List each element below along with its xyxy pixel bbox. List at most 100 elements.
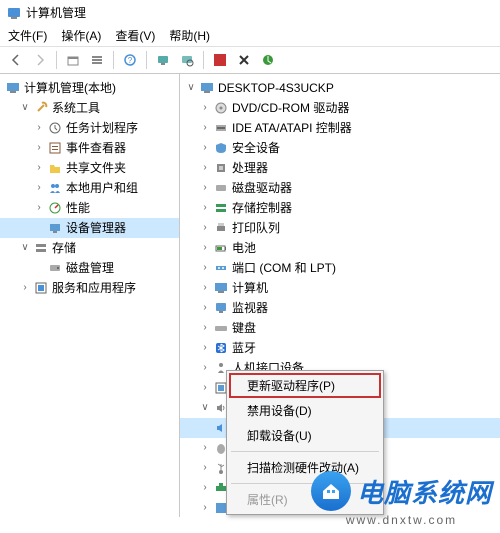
expand-icon[interactable]: › — [198, 379, 212, 397]
dev-disk[interactable]: › 磁盘驱动器 — [180, 178, 500, 198]
expand-icon[interactable]: › — [32, 199, 46, 217]
dev-dvd[interactable]: › DVD/CD-ROM 驱动器 — [180, 98, 500, 118]
tree-label: 处理器 — [232, 159, 268, 177]
tree-perf[interactable]: ›性能 — [0, 198, 179, 218]
tree-label: 蓝牙 — [232, 339, 256, 357]
up-icon[interactable] — [63, 50, 83, 70]
expand-icon[interactable]: › — [198, 199, 212, 217]
watermark-url: www.dnxtw.com — [346, 513, 457, 527]
collapse-icon[interactable]: ∨ — [184, 79, 198, 97]
tree-label: 本地用户和组 — [66, 179, 138, 197]
collapse-icon[interactable]: ∨ — [18, 99, 32, 117]
tree-label: 存储 — [52, 239, 76, 257]
menu-view[interactable]: 查看(V) — [115, 27, 155, 44]
tree-diskmgmt[interactable]: 磁盘管理 — [0, 258, 179, 278]
uninstall-icon[interactable] — [234, 50, 254, 70]
tree-devmgr[interactable]: 设备管理器 — [0, 218, 179, 238]
separator — [146, 51, 147, 69]
keyboard-icon — [213, 320, 229, 336]
dev-security[interactable]: › 安全设备 — [180, 138, 500, 158]
monitor-icon[interactable] — [153, 50, 173, 70]
ctx-disable[interactable]: 禁用设备(D) — [229, 398, 381, 423]
expand-icon[interactable]: › — [198, 99, 212, 117]
toolbar: ? — [0, 46, 500, 74]
tree-label: 存储控制器 — [232, 199, 292, 217]
expand-icon[interactable]: › — [198, 499, 212, 517]
expand-icon[interactable]: › — [198, 319, 212, 337]
tree-services[interactable]: ›服务和应用程序 — [0, 278, 179, 298]
expand-icon[interactable]: › — [198, 479, 212, 497]
expand-icon[interactable]: › — [198, 119, 212, 137]
watermark-text: 电脑系统网 — [357, 473, 492, 510]
dev-storage[interactable]: › 存储控制器 — [180, 198, 500, 218]
expand-icon[interactable]: › — [198, 179, 212, 197]
dev-keyboard[interactable]: ›键盘 — [180, 318, 500, 338]
dev-ports[interactable]: › 端口 (COM 和 LPT) — [180, 258, 500, 278]
tree-label: 电池 — [232, 239, 256, 257]
update-icon[interactable] — [258, 50, 278, 70]
expand-icon[interactable]: › — [32, 159, 46, 177]
expand-icon[interactable]: › — [198, 339, 212, 357]
event-icon — [47, 140, 63, 156]
dev-root[interactable]: ∨DESKTOP-4S3UCKP — [180, 78, 500, 98]
menu-help[interactable]: 帮助(H) — [169, 27, 210, 44]
ctx-uninstall[interactable]: 卸载设备(U) — [229, 423, 381, 448]
expand-icon[interactable]: › — [198, 439, 212, 457]
storage-icon — [33, 240, 49, 256]
tree-eventvwr[interactable]: › 事件查看器 — [0, 138, 179, 158]
tree-tasksched[interactable]: ›任务计划程序 — [0, 118, 179, 138]
expand-icon[interactable]: › — [198, 219, 212, 237]
battery-icon — [213, 240, 229, 256]
watermark-logo-icon — [311, 471, 351, 511]
help-icon[interactable]: ? — [120, 50, 140, 70]
dev-battery[interactable]: › 电池 — [180, 238, 500, 258]
menu-action[interactable]: 操作(A) — [61, 27, 101, 44]
collapse-icon[interactable]: ∨ — [18, 239, 32, 257]
collapse-icon[interactable]: ∨ — [198, 399, 212, 417]
dev-ide[interactable]: › IDE ATA/ATAPI 控制器 — [180, 118, 500, 138]
dev-computer[interactable]: ›计算机 — [180, 278, 500, 298]
expand-icon[interactable]: › — [32, 179, 46, 197]
computer-icon — [213, 280, 229, 296]
svg-text:?: ? — [128, 56, 133, 65]
disk-icon — [213, 180, 229, 196]
tree-shared[interactable]: ›共享文件夹 — [0, 158, 179, 178]
tree-label: 磁盘驱动器 — [232, 179, 292, 197]
back-icon[interactable] — [6, 50, 26, 70]
expand-icon[interactable]: › — [198, 159, 212, 177]
expand-icon[interactable]: › — [198, 259, 212, 277]
expand-icon[interactable]: › — [198, 459, 212, 477]
expand-icon[interactable]: › — [198, 239, 212, 257]
folder-icon — [47, 160, 63, 176]
ide-icon — [213, 120, 229, 136]
expand-icon[interactable]: › — [198, 139, 212, 157]
clock-icon — [47, 120, 63, 136]
wrench-icon — [33, 100, 49, 116]
expand-icon[interactable]: › — [32, 139, 46, 157]
dev-bluetooth[interactable]: › 蓝牙 — [180, 338, 500, 358]
tree-systools[interactable]: ∨系统工具 — [0, 98, 179, 118]
enable-icon[interactable] — [210, 50, 230, 70]
tree-root[interactable]: 计算机管理(本地) — [0, 78, 179, 98]
forward-icon[interactable] — [30, 50, 50, 70]
tree-storage[interactable]: ∨ 存储 — [0, 238, 179, 258]
scan-icon[interactable] — [177, 50, 197, 70]
expand-icon[interactable]: › — [18, 279, 32, 297]
tree-label: 事件查看器 — [66, 139, 126, 157]
dev-monitor[interactable]: ›监视器 — [180, 298, 500, 318]
ctx-update-driver[interactable]: 更新驱动程序(P) — [229, 373, 381, 398]
tree-label: IDE ATA/ATAPI 控制器 — [232, 119, 352, 137]
tree-label: 安全设备 — [232, 139, 280, 157]
expand-icon[interactable]: › — [198, 359, 212, 377]
tree-label: DVD/CD-ROM 驱动器 — [232, 99, 349, 117]
tree-label: 端口 (COM 和 LPT) — [232, 259, 336, 277]
expand-icon[interactable]: › — [32, 119, 46, 137]
list-icon[interactable] — [87, 50, 107, 70]
tree-localusers[interactable]: › 本地用户和组 — [0, 178, 179, 198]
menu-file[interactable]: 文件(F) — [8, 27, 47, 44]
expand-icon[interactable]: › — [198, 299, 212, 317]
dev-printq[interactable]: ›打印队列 — [180, 218, 500, 238]
expand-icon[interactable]: › — [198, 279, 212, 297]
dev-cpu[interactable]: › 处理器 — [180, 158, 500, 178]
tree-label: 磁盘管理 — [66, 259, 114, 277]
